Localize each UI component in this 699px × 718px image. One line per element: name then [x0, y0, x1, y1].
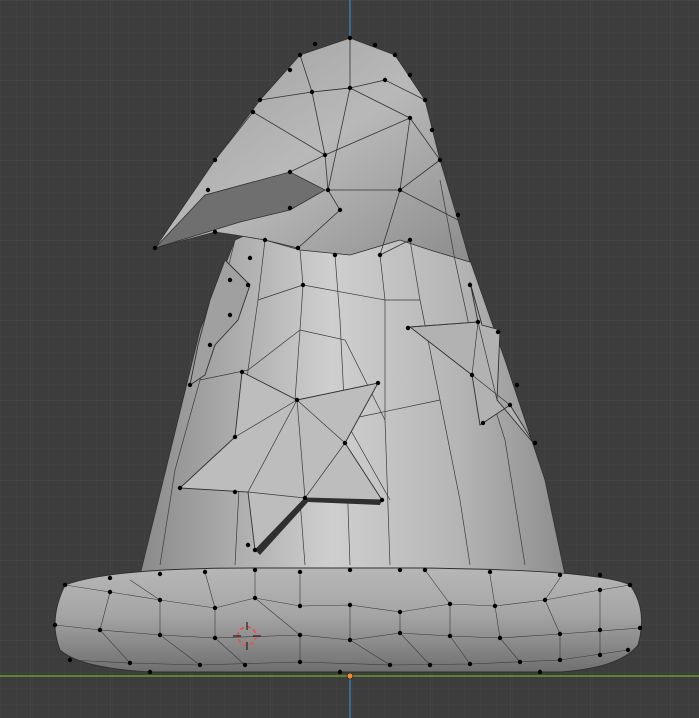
object-origin[interactable] [346, 672, 354, 680]
viewport-canvas[interactable] [0, 0, 699, 718]
3d-viewport[interactable] [0, 0, 699, 718]
